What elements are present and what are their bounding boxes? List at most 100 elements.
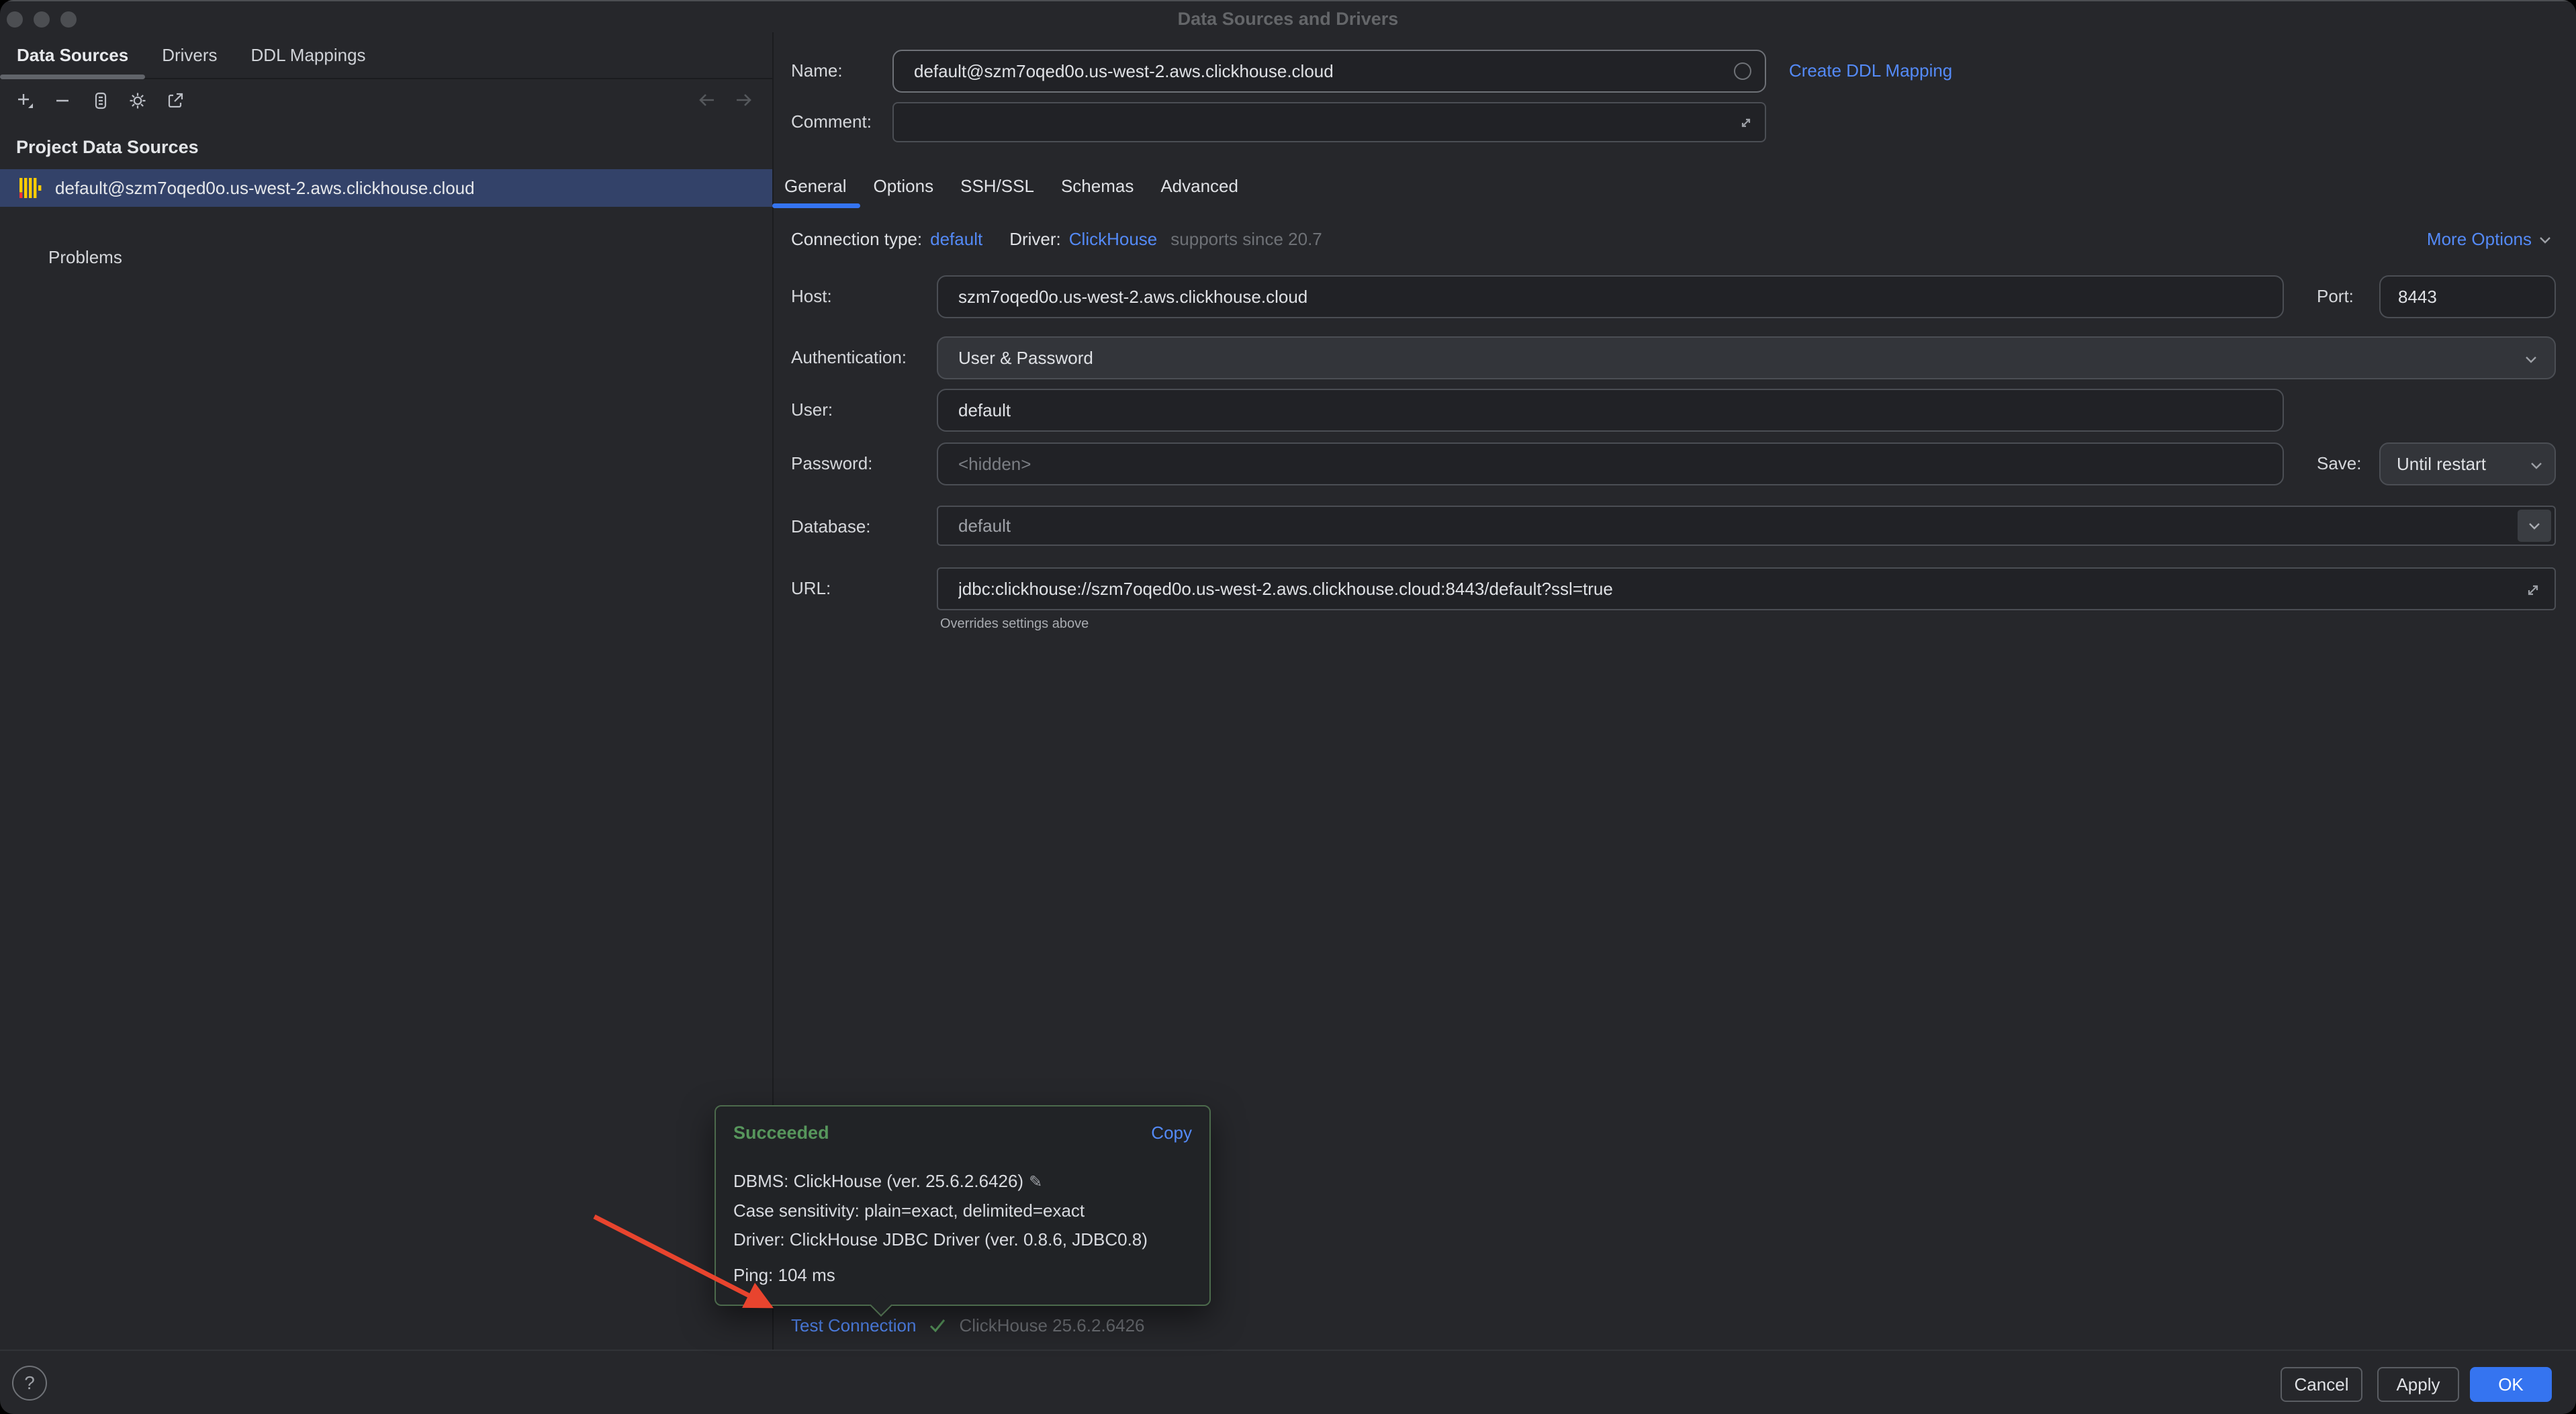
window-title: Data Sources and Drivers bbox=[0, 9, 2576, 30]
password-label: Password: bbox=[791, 453, 872, 474]
tab-options-label: Options bbox=[874, 176, 934, 196]
authentication-label: Authentication: bbox=[791, 347, 907, 368]
chevron-down-icon bbox=[2528, 457, 2545, 474]
connection-type-value-link[interactable]: default bbox=[930, 229, 982, 250]
user-field-wrap bbox=[937, 389, 2284, 432]
left-tab-strip: Data Sources Drivers DDL Mappings bbox=[0, 32, 772, 79]
tab-selected-indicator bbox=[0, 75, 145, 79]
back-icon[interactable] bbox=[696, 89, 719, 111]
port-label: Port: bbox=[2317, 286, 2354, 307]
tab-drivers-label: Drivers bbox=[162, 45, 217, 65]
tab-options[interactable]: Options bbox=[860, 165, 948, 208]
tab-ddl-mappings[interactable]: DDL Mappings bbox=[234, 32, 383, 78]
popup-dbms-text: DBMS: ClickHouse (ver. 25.6.2.6426) bbox=[733, 1171, 1023, 1191]
database-dropdown-button[interactable] bbox=[2518, 510, 2551, 542]
help-button[interactable]: ? bbox=[12, 1366, 47, 1401]
data-sources-dialog: Data Sources and Drivers Data Sources Dr… bbox=[0, 0, 2576, 1414]
tab-ddl-mappings-label: DDL Mappings bbox=[251, 45, 366, 65]
port-field-wrap bbox=[2379, 275, 2556, 318]
problems-section-label[interactable]: Problems bbox=[48, 247, 122, 268]
name-input[interactable] bbox=[894, 51, 1765, 91]
create-ddl-mapping-link[interactable]: Create DDL Mapping bbox=[1789, 60, 1952, 81]
tab-general-label: General bbox=[784, 176, 847, 196]
more-options-link[interactable]: More Options bbox=[2427, 229, 2532, 250]
add-icon[interactable] bbox=[15, 91, 35, 111]
driver-value-link[interactable]: ClickHouse bbox=[1069, 229, 1158, 250]
expand-icon[interactable] bbox=[2522, 579, 2544, 601]
tab-ssh-ssl-label: SSH/SSL bbox=[960, 176, 1034, 196]
expand-icon[interactable] bbox=[1737, 113, 1755, 132]
popup-copy-link[interactable]: Copy bbox=[1151, 1123, 1192, 1143]
url-field-wrap bbox=[937, 567, 2556, 610]
popup-case-line: Case sensitivity: plain=exact, delimited… bbox=[733, 1196, 1148, 1225]
ok-button[interactable]: OK bbox=[2470, 1367, 2552, 1402]
save-dropdown[interactable]: Until restart bbox=[2379, 442, 2556, 485]
project-data-sources-header: Project Data Sources bbox=[16, 137, 199, 158]
save-label: Save: bbox=[2317, 453, 2362, 474]
chevron-down-icon bbox=[2526, 517, 2543, 534]
popup-dbms-line: DBMS: ClickHouse (ver. 25.6.2.6426) ✎ bbox=[733, 1167, 1148, 1196]
chevron-down-icon bbox=[2522, 350, 2540, 368]
forward-icon[interactable] bbox=[732, 89, 755, 111]
authentication-dropdown[interactable]: User & Password bbox=[937, 336, 2556, 379]
data-source-list-item[interactable]: default@szm7oqed0o.us-west-2.aws.clickho… bbox=[0, 169, 772, 207]
more-options[interactable]: More Options bbox=[2427, 229, 2553, 250]
name-loading-indicator-icon bbox=[1734, 62, 1751, 80]
cancel-button[interactable]: Cancel bbox=[2281, 1367, 2362, 1402]
driver-support-note: supports since 20.7 bbox=[1170, 229, 1322, 250]
tab-general-indicator bbox=[772, 203, 860, 208]
url-input[interactable] bbox=[938, 569, 2555, 609]
chevron-down-icon bbox=[2537, 232, 2553, 248]
database-combo bbox=[937, 506, 2556, 546]
host-label: Host: bbox=[791, 286, 832, 307]
connection-type-row: Connection type: default Driver: ClickHo… bbox=[791, 229, 1322, 250]
comment-label: Comment: bbox=[791, 111, 872, 132]
host-input[interactable] bbox=[938, 277, 2283, 317]
tab-schemas-label: Schemas bbox=[1061, 176, 1134, 196]
name-label: Name: bbox=[791, 60, 843, 81]
clickhouse-icon bbox=[17, 176, 42, 200]
tab-general[interactable]: General bbox=[772, 165, 860, 208]
connection-status-text: ClickHouse 25.6.2.6426 bbox=[959, 1315, 1144, 1336]
popup-status: Succeeded bbox=[733, 1123, 829, 1143]
port-input[interactable] bbox=[2381, 277, 2555, 317]
footer-separator bbox=[0, 1350, 2576, 1351]
connection-type-label: Connection type: bbox=[791, 229, 922, 250]
data-source-name: default@szm7oqed0o.us-west-2.aws.clickho… bbox=[55, 178, 475, 199]
tab-schemas[interactable]: Schemas bbox=[1048, 165, 1147, 208]
url-label: URL: bbox=[791, 578, 831, 599]
help-label: ? bbox=[24, 1372, 35, 1394]
window-top-highlight bbox=[0, 0, 2576, 1]
test-connection-popup: Succeeded Copy DBMS: ClickHouse (ver. 25… bbox=[715, 1105, 1211, 1306]
popup-details: DBMS: ClickHouse (ver. 25.6.2.6426) ✎ Cas… bbox=[733, 1167, 1148, 1254]
success-check-icon bbox=[927, 1315, 948, 1336]
edit-pencil-icon[interactable]: ✎ bbox=[1029, 1173, 1042, 1191]
gear-icon[interactable] bbox=[128, 91, 148, 111]
duplicate-icon[interactable] bbox=[90, 91, 110, 111]
test-connection-link[interactable]: Test Connection bbox=[791, 1315, 916, 1336]
driver-label: Driver: bbox=[1009, 229, 1061, 250]
password-field-wrap bbox=[937, 442, 2284, 485]
remove-icon[interactable] bbox=[52, 91, 73, 111]
tab-data-sources[interactable]: Data Sources bbox=[0, 32, 145, 78]
open-in-new-icon[interactable] bbox=[165, 91, 185, 111]
tab-advanced[interactable]: Advanced bbox=[1147, 165, 1252, 208]
password-input[interactable] bbox=[938, 444, 2283, 484]
tab-advanced-label: Advanced bbox=[1160, 176, 1238, 196]
tab-ssh-ssl[interactable]: SSH/SSL bbox=[947, 165, 1048, 208]
tab-data-sources-label: Data Sources bbox=[17, 45, 128, 65]
database-input[interactable] bbox=[938, 507, 2555, 545]
database-label: Database: bbox=[791, 516, 871, 537]
user-input[interactable] bbox=[938, 390, 2283, 430]
user-label: User: bbox=[791, 399, 833, 420]
host-field-wrap bbox=[937, 275, 2284, 318]
url-note: Overrides settings above bbox=[940, 616, 1089, 632]
apply-button[interactable]: Apply bbox=[2377, 1367, 2459, 1402]
authentication-value: User & Password bbox=[938, 338, 2555, 378]
popup-ping: Ping: 104 ms bbox=[733, 1265, 835, 1286]
tab-drivers[interactable]: Drivers bbox=[145, 32, 234, 78]
popup-driver-line: Driver: ClickHouse JDBC Driver (ver. 0.8… bbox=[733, 1225, 1148, 1254]
name-field-wrap bbox=[892, 50, 1766, 93]
comment-input[interactable] bbox=[894, 103, 1765, 141]
comment-field-wrap bbox=[892, 102, 1766, 142]
